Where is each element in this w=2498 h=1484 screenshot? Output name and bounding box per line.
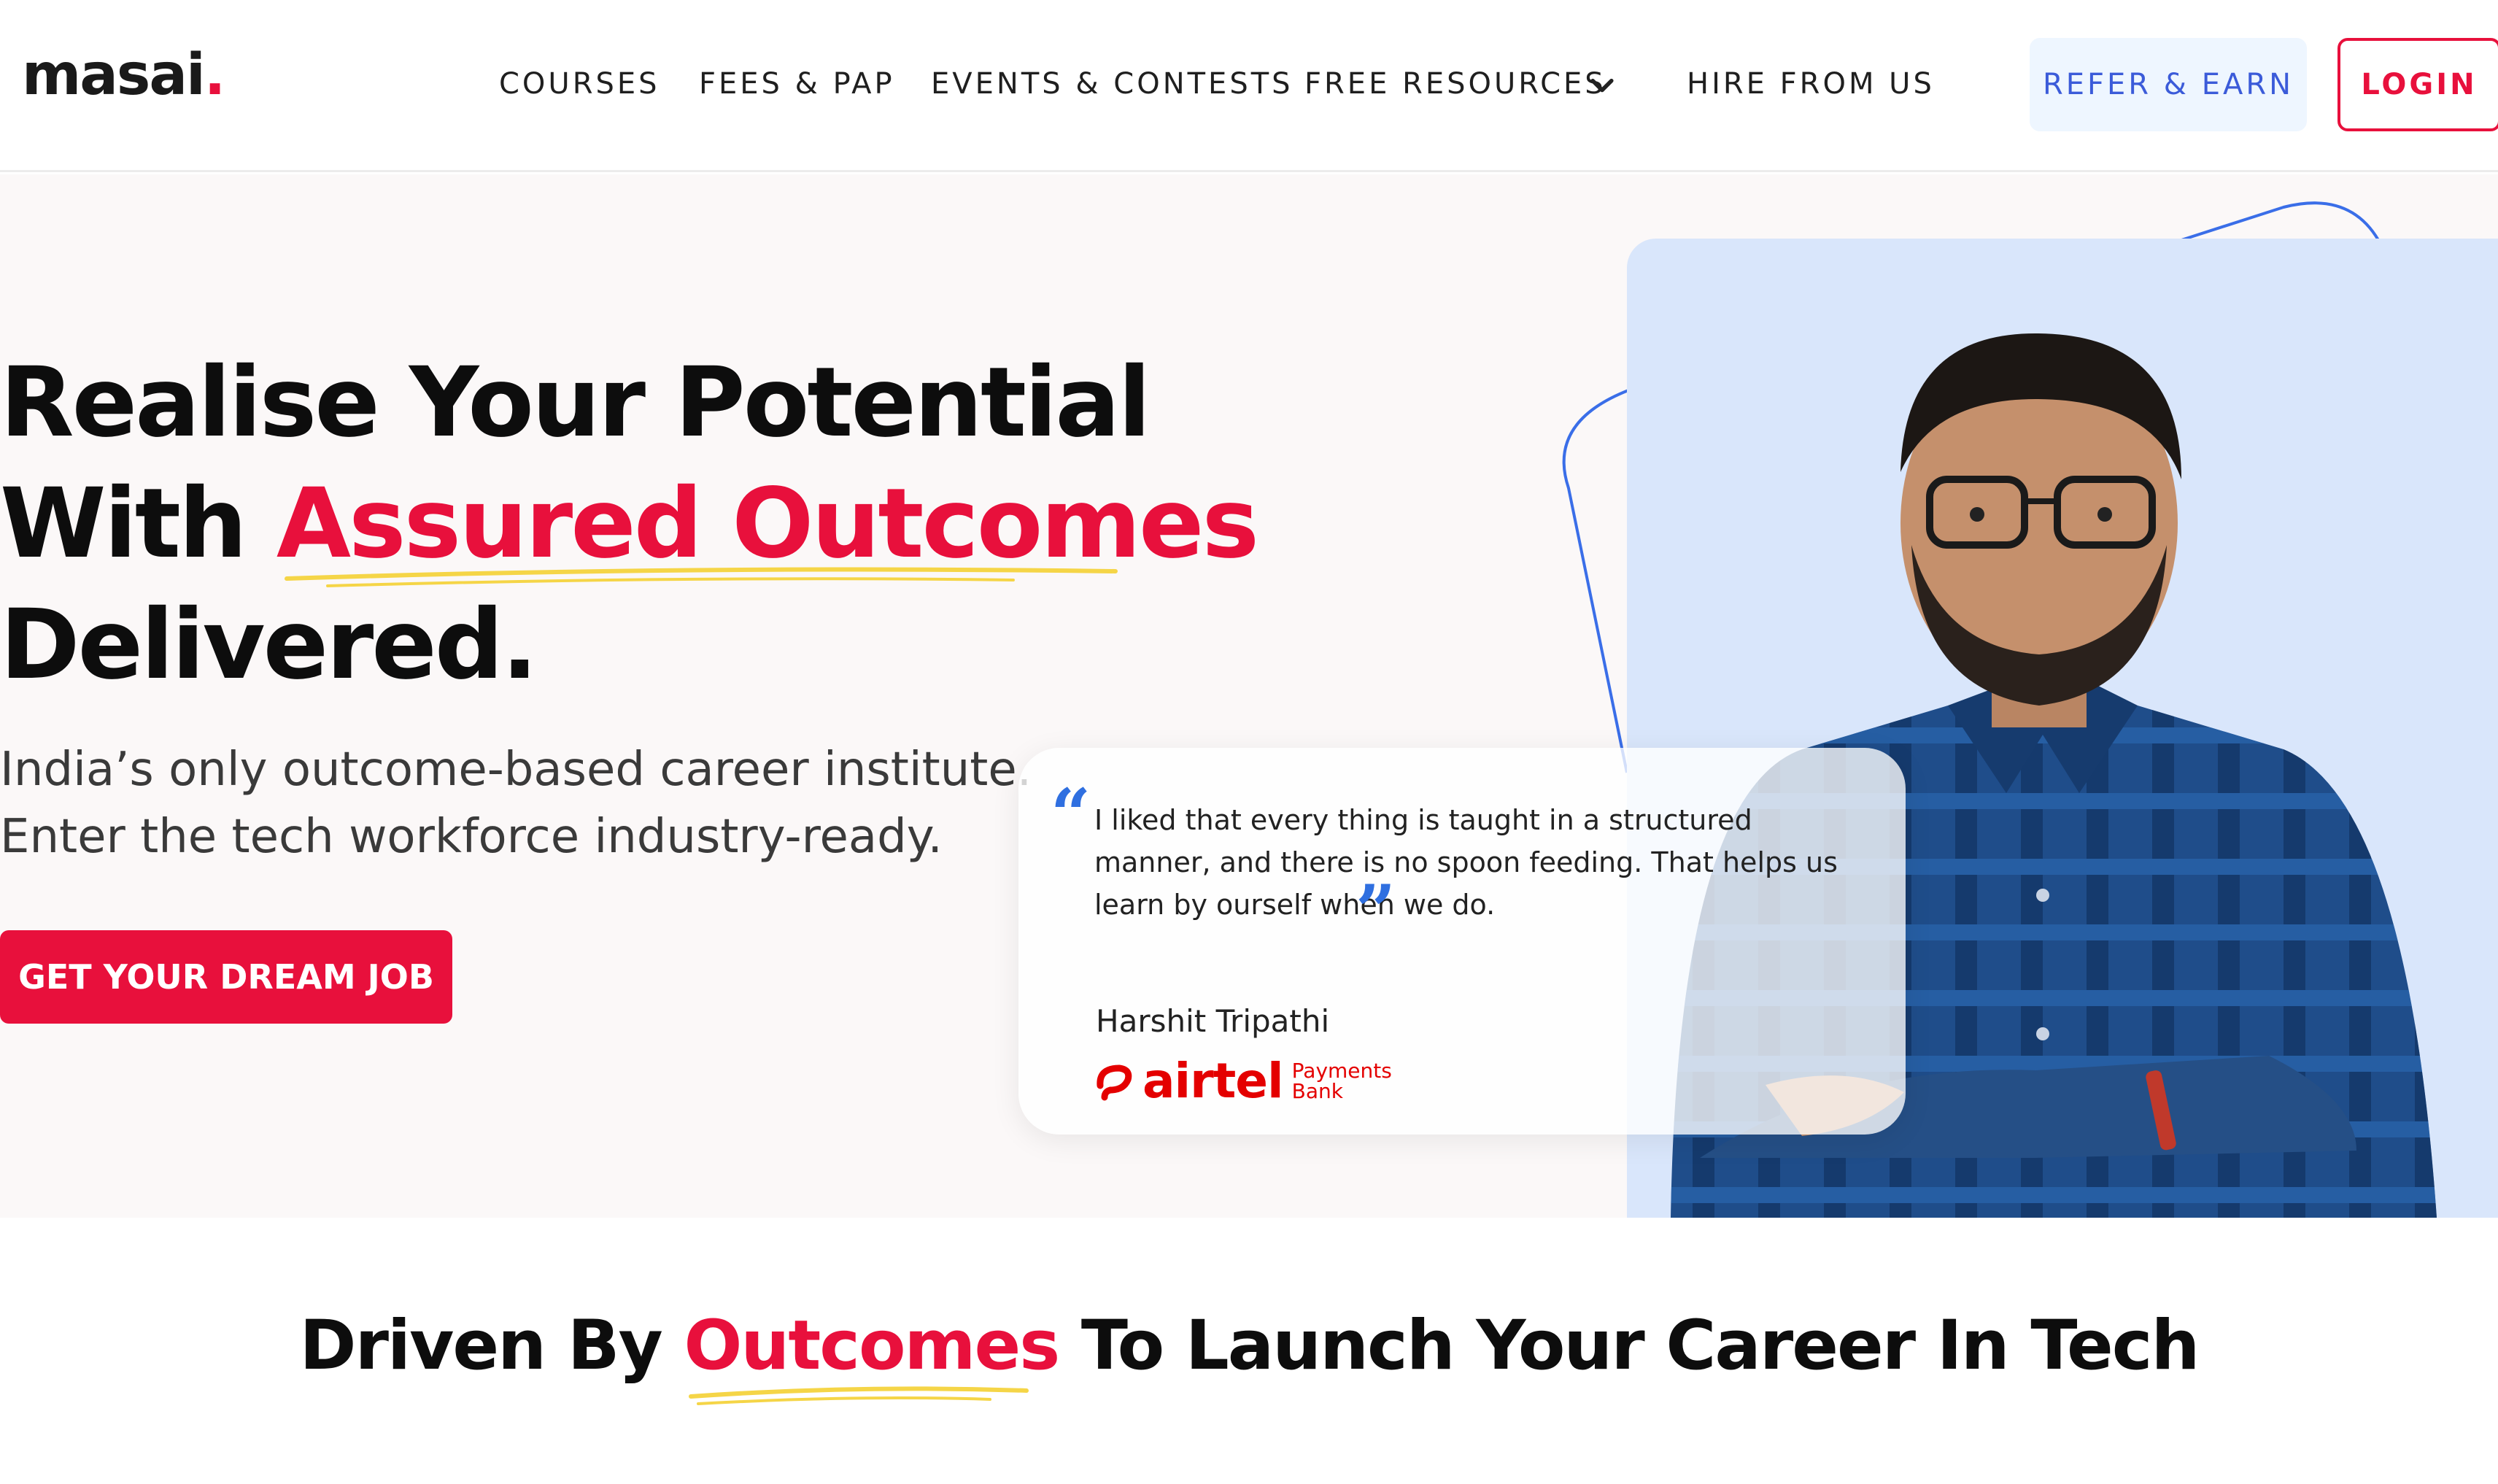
- bank-label: Bank: [1291, 1078, 1343, 1103]
- testimonial-quote: I liked that every thing is taught in a …: [1094, 804, 1838, 921]
- headline-accent: Assured Outcomes: [277, 468, 1259, 587]
- headline-line-1: Realise Your Potential: [0, 347, 1151, 459]
- title-accent: Outcomes: [684, 1306, 1060, 1405]
- refer-earn-button[interactable]: REFER & EARN: [2030, 38, 2307, 131]
- outcomes-section-title: Driven By Outcomes To Launch Your Career…: [0, 1306, 2498, 1405]
- headline-line-2: With Assured Outcomes: [0, 463, 1459, 587]
- nav-link-fees-pap[interactable]: FEES & PAP: [699, 67, 895, 101]
- login-button[interactable]: LOGIN: [2337, 38, 2498, 131]
- airtel-swirl-icon: [1097, 1064, 1132, 1100]
- airtel-payments-bank-logo: airtel Payments Bank: [1094, 1053, 1392, 1109]
- top-navbar: masai. COURSES FEES & PAP EVENTS & CONTE…: [0, 0, 2498, 172]
- title-post: To Launch Your Career In Tech: [1059, 1306, 2200, 1386]
- airtel-wordmark: airtel: [1142, 1053, 1284, 1109]
- chevron-down-icon[interactable]: [1586, 70, 1618, 102]
- nav-link-courses[interactable]: COURSES: [499, 67, 660, 101]
- nav-link-free-resources[interactable]: FREE RESOURCES: [1304, 67, 1606, 101]
- get-dream-job-button[interactable]: GET YOUR DREAM JOB: [0, 930, 452, 1024]
- logo-dot: .: [204, 42, 226, 108]
- nav-link-hire-from-us[interactable]: HIRE FROM US: [1687, 67, 1935, 101]
- title-pre: Driven By: [299, 1306, 684, 1386]
- title-accent-text: Outcomes: [684, 1306, 1060, 1386]
- testimonial-author: Harshit Tripathi: [1096, 1003, 1330, 1039]
- headline-line-3: Delivered.: [0, 589, 538, 701]
- subtext-line-1: India’s only outcome-based career instit…: [0, 743, 1032, 797]
- payments-bank-label: Payments Bank: [1291, 1060, 1392, 1103]
- hero-subtext: India’s only outcome-based career instit…: [0, 736, 1032, 870]
- title-underline-decoration: [689, 1386, 1029, 1405]
- nav-link-events-contests[interactable]: EVENTS & CONTESTS: [931, 67, 1294, 101]
- masai-logo[interactable]: masai.: [22, 42, 226, 108]
- hero-headline: Realise Your Potential With Assured Outc…: [0, 342, 1459, 706]
- testimonial-card: “ I liked that every thing is taught in …: [1018, 748, 1906, 1135]
- headline-underline-decoration: [284, 567, 1118, 587]
- logo-text: masai: [22, 42, 206, 108]
- hero-section: Realise Your Potential With Assured Outc…: [0, 174, 2498, 1218]
- headline-with: With: [0, 468, 277, 580]
- close-quote-icon: ”: [1356, 870, 1396, 952]
- open-quote-icon: “: [1051, 773, 1091, 856]
- subtext-line-2: Enter the tech workforce industry-ready.: [0, 810, 943, 864]
